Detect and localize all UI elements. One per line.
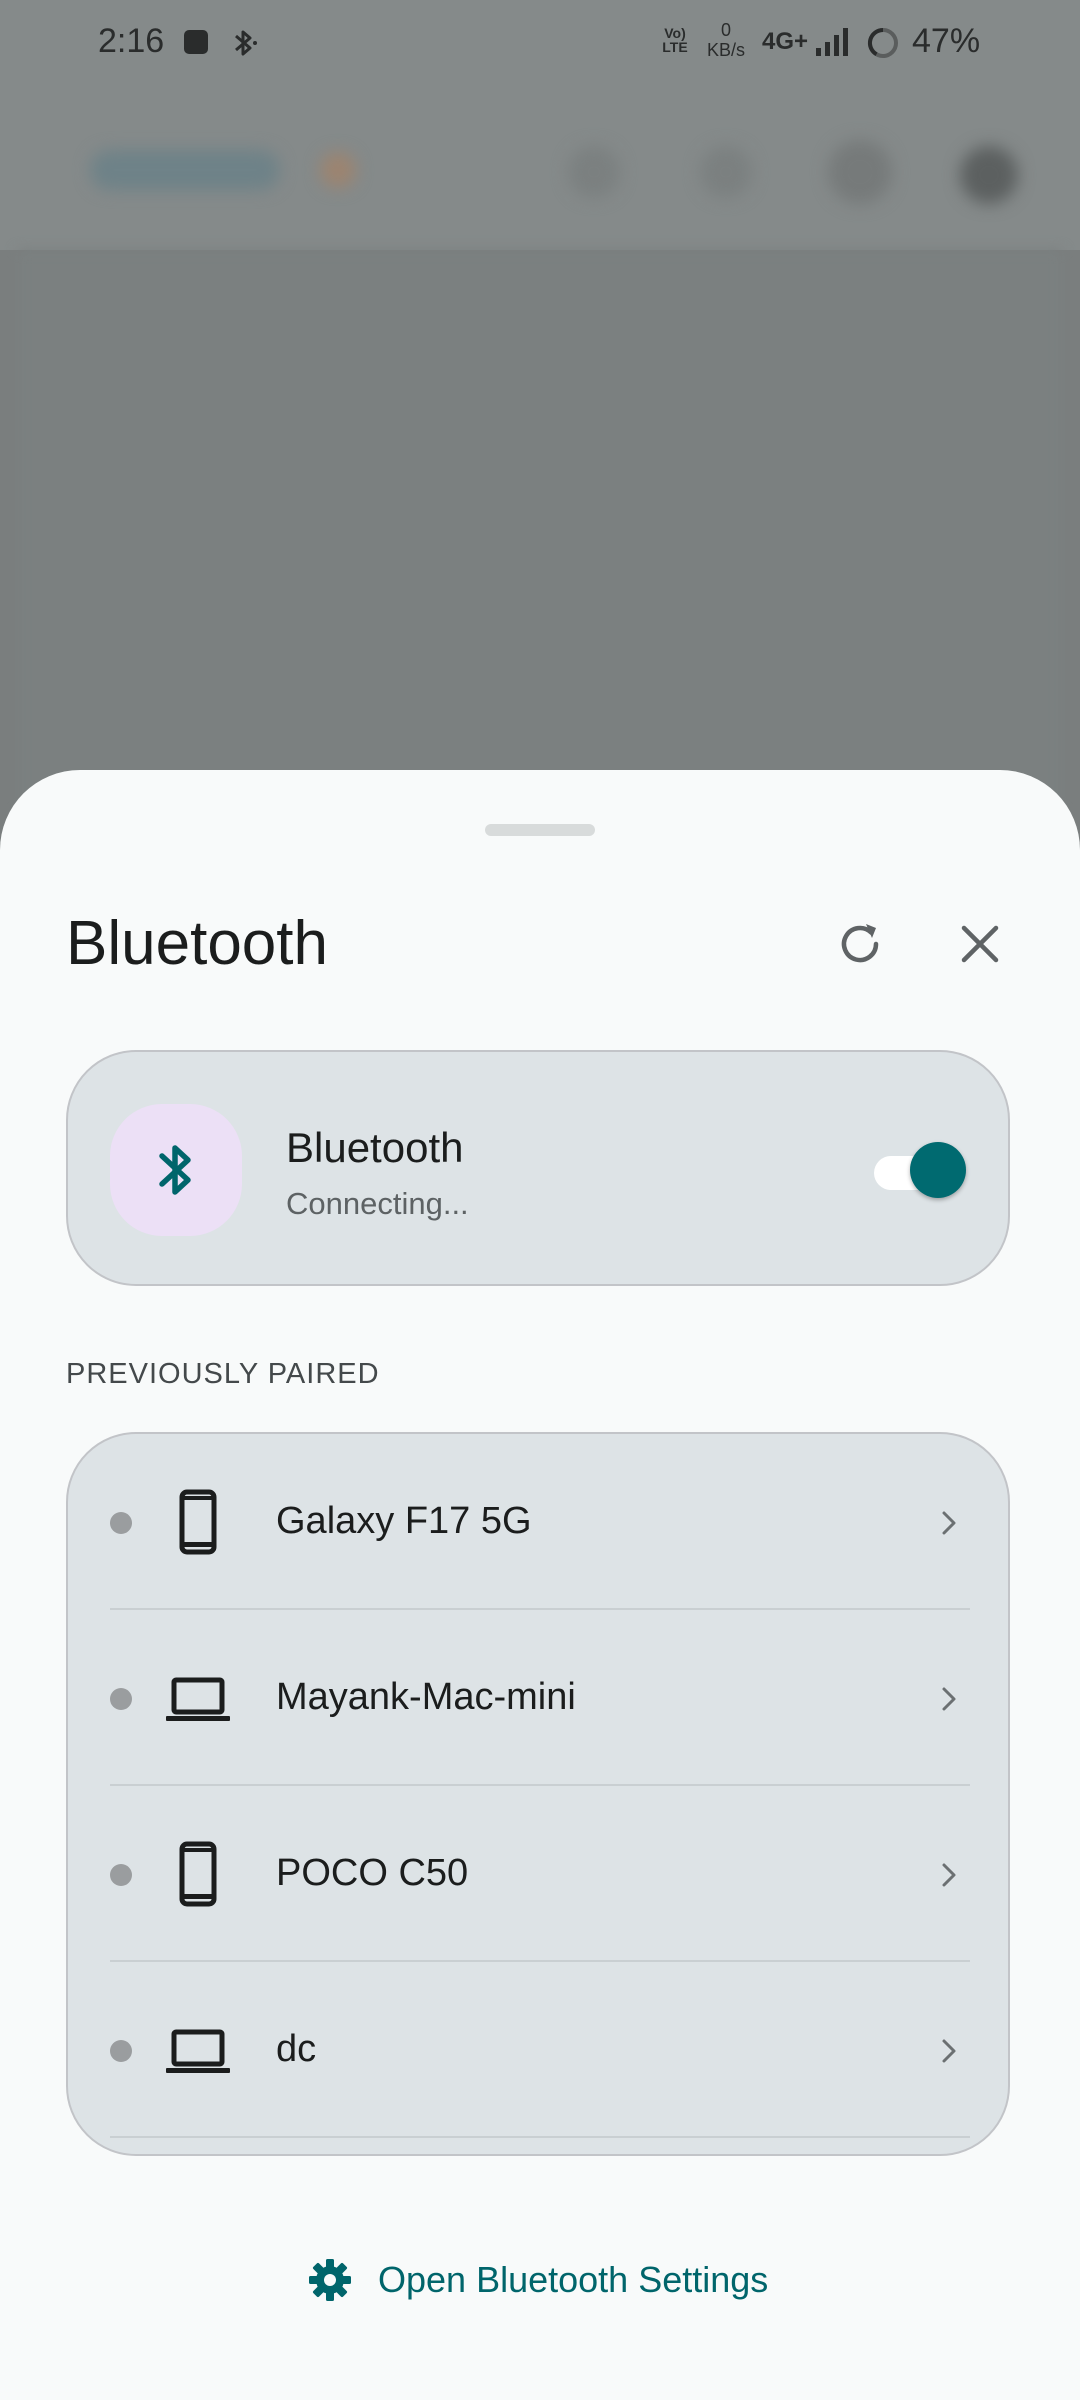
sheet-title: Bluetooth xyxy=(66,909,328,978)
bluetooth-sheet: Bluetooth Bluetooth Connecting... PREVIO… xyxy=(0,770,1080,2400)
connection-status-dot xyxy=(110,2040,132,2062)
bluetooth-toggle-card[interactable]: Bluetooth Connecting... xyxy=(66,1050,1010,1286)
chevron-right-icon xyxy=(942,2039,956,2063)
device-name: Mayank-Mac-mini xyxy=(276,1676,576,1718)
device-name: POCO C50 xyxy=(276,1852,469,1894)
device-row-dc[interactable]: dc xyxy=(68,1962,1008,2138)
connection-status-dot xyxy=(110,1688,132,1710)
gear-icon xyxy=(309,2259,351,2301)
volte-indicator: Vo) LTE xyxy=(662,25,688,55)
chevron-right-icon xyxy=(942,1687,956,1711)
background-icon xyxy=(828,140,892,204)
chevron-right-icon xyxy=(942,1511,956,1535)
speed-unit: KB/s xyxy=(706,40,745,60)
bluetooth-status-icon xyxy=(235,30,257,56)
previously-paired-label: PREVIOUSLY PAIRED xyxy=(66,1358,380,1390)
close-icon xyxy=(961,925,999,963)
battery-percent: 47% xyxy=(912,22,981,60)
close-button[interactable] xyxy=(940,904,1020,984)
status-time: 2:16 xyxy=(98,22,165,60)
paired-devices-list: Galaxy F17 5G Mayank-Mac-mini POCO C50 d… xyxy=(66,1432,1010,2156)
refresh-button[interactable] xyxy=(820,904,900,984)
network-type: 4G+ xyxy=(762,28,809,55)
background-badge xyxy=(320,152,356,188)
bluetooth-title: Bluetooth xyxy=(286,1124,464,1171)
background-content xyxy=(18,250,1062,810)
phone-icon xyxy=(179,1841,217,1907)
bluetooth-status: Connecting... xyxy=(286,1186,469,1221)
background-logo xyxy=(90,150,280,190)
device-name: dc xyxy=(276,2028,317,2070)
phone-icon xyxy=(179,1489,217,1555)
open-settings-label: Open Bluetooth Settings xyxy=(378,2259,769,2300)
toggle-thumb xyxy=(910,1142,966,1198)
background-icon xyxy=(700,146,752,198)
bluetooth-icon xyxy=(159,1145,191,1195)
laptop-icon xyxy=(166,1677,230,1721)
device-row-poco-c50[interactable]: POCO C50 xyxy=(68,1786,1008,1962)
status-bar: 2:16 Vo) LTE 0 KB/s 4G+ 47% xyxy=(0,0,1080,88)
device-row-galaxy-f17-5g[interactable]: Galaxy F17 5G xyxy=(68,1434,1008,1610)
device-name: Galaxy F17 5G xyxy=(276,1500,532,1542)
connection-status-dot xyxy=(110,1512,132,1534)
signal-icon xyxy=(816,28,848,56)
stop-icon xyxy=(184,30,208,54)
battery-icon xyxy=(867,27,898,58)
speed-value: 0 xyxy=(720,20,731,40)
background-avatar xyxy=(960,146,1018,204)
drag-handle[interactable] xyxy=(485,824,595,836)
row-divider xyxy=(110,2136,970,2138)
chevron-right-icon xyxy=(942,1863,956,1887)
open-bluetooth-settings-button[interactable]: Open Bluetooth Settings xyxy=(306,2248,768,2312)
device-row-mayank-mac-mini[interactable]: Mayank-Mac-mini xyxy=(68,1610,1008,1786)
laptop-icon xyxy=(166,2029,230,2073)
network-speed: 0 KB/s xyxy=(700,20,752,60)
connection-status-dot xyxy=(110,1864,132,1886)
bluetooth-icon-container xyxy=(110,1104,242,1236)
background-icon xyxy=(568,146,620,198)
refresh-icon xyxy=(841,924,879,963)
bluetooth-toggle[interactable] xyxy=(874,1142,970,1198)
